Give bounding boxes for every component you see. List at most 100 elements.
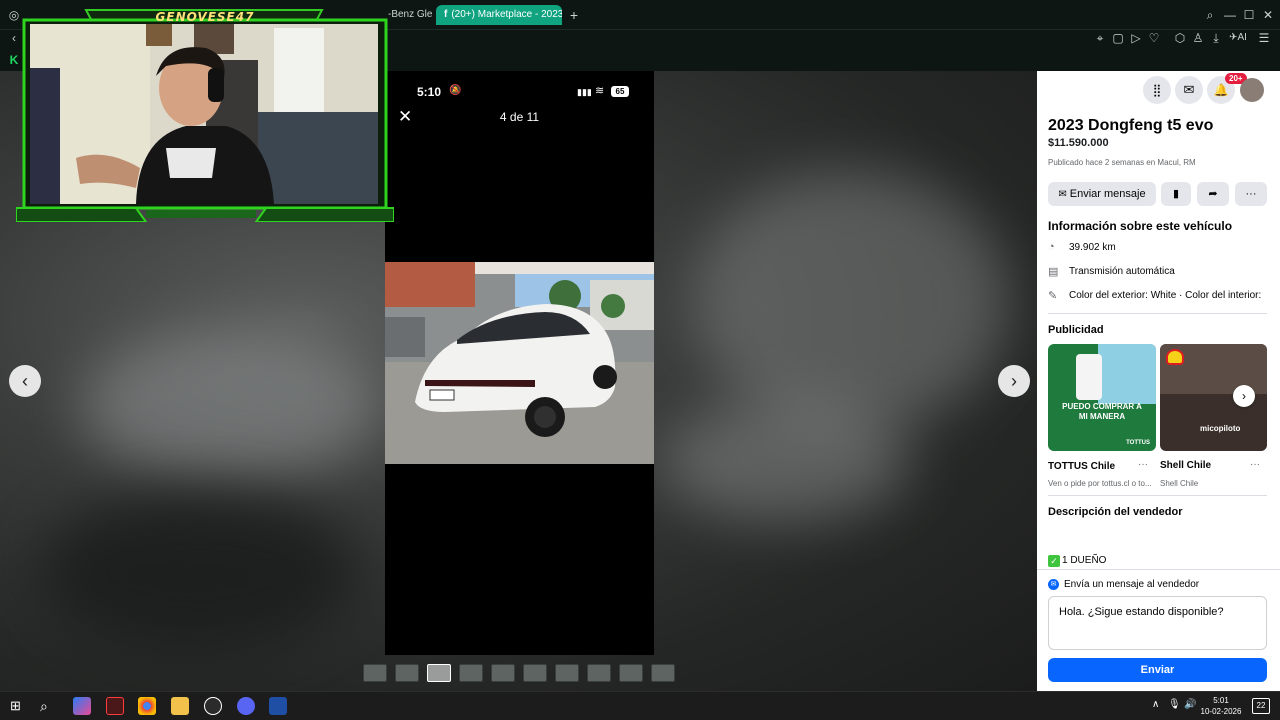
speedometer-icon: ◔ [1048,241,1055,253]
transmission-icon: ▤ [1048,266,1059,278]
webcam-overlay: GENOVESE47 [15,8,395,223]
bell-muted-icon: 🔕 [449,85,462,96]
listing-price: $11.590.000 [1048,137,1109,149]
ad-art-text: PUEDO COMPRAR A MI MANERA [1062,402,1142,421]
thumbnail[interactable] [555,664,579,682]
tottus-logo: TOTTUS [1126,440,1150,446]
more-options-button[interactable]: ··· [1235,182,1267,206]
vehicle-info-heading: Información sobre este vehículo [1048,219,1233,233]
extensions-icon[interactable]: ⬡ [1172,30,1188,46]
share-icon: ➦ [1208,188,1218,200]
discord-icon[interactable] [237,697,255,715]
ai-button[interactable]: ✈AI [1226,30,1250,46]
windows-taskbar: ⊞ ⌕ ∧ 🎙 🔊 5:01 10-02-2026 22 [0,691,1280,720]
send-message-button[interactable]: ✉ Enviar mensaje [1048,182,1156,206]
copilot-icon[interactable] [73,697,91,715]
ad-beach-art [1098,344,1156,404]
menu-icon[interactable]: ☰ [1256,30,1272,46]
heart-icon[interactable]: ♡ [1146,30,1162,46]
ad-sub-tottus: Ven o pide por tottus.cl o to... [1048,479,1152,488]
thumbnail[interactable] [523,664,547,682]
ads-heading: Publicidad [1048,324,1104,336]
messenger-icon[interactable]: ✉ [1175,76,1203,104]
shell-logo [1166,349,1184,365]
volume-icon[interactable]: 🔊 [1184,699,1196,710]
wallet-icon[interactable]: ♙ [1190,30,1206,46]
more-icon: ··· [1245,188,1257,200]
tab-marketplace[interactable]: f(20+) Marketplace - 2023 Dongfeng t5 ev… [436,5,562,25]
previous-photo-button[interactable]: ‹ [9,365,41,397]
phone-status-time: 5:10 [417,85,442,99]
snapshot-icon[interactable]: ▢ [1110,30,1126,46]
ad-name-shell[interactable]: Shell Chile [1160,460,1211,471]
transmission-text: Transmisión automática [1069,266,1175,277]
close-window-icon[interactable]: ✕ [1260,7,1276,23]
colors-text: Color del exterior: White · Color del in… [1069,290,1262,301]
send-button[interactable]: Enviar [1048,658,1267,682]
next-photo-button[interactable]: › [998,365,1030,397]
ads-next-button[interactable]: › [1233,385,1255,407]
windows-start-icon[interactable]: ⊞ [10,699,24,713]
play-icon[interactable]: ▷ [1128,30,1144,46]
share-button[interactable]: ➦ [1197,182,1229,206]
thumbnail[interactable] [587,664,611,682]
bookmark-icon: ▮ [1172,188,1180,200]
apps-grid-icon[interactable]: ⣿ [1143,76,1171,104]
ad-more-icon[interactable]: ··· [1138,459,1148,470]
listing-title: 2023 Dongfeng t5 evo [1048,117,1214,134]
tray-chevron-icon[interactable]: ∧ [1152,699,1159,710]
thumbnail-selected[interactable] [427,664,451,682]
ad-more-icon[interactable]: ··· [1250,459,1260,470]
microphone-icon[interactable]: 🎙 [1168,699,1181,710]
signal-icon: ▮▮▮ [577,87,592,97]
thumbnail[interactable] [619,664,643,682]
search-taskbar-icon[interactable]: ⌕ [40,698,48,715]
facebook-icon: f [444,9,448,20]
ad-sub-shell: Shell Chile [1160,479,1199,488]
taskbar-clock[interactable]: 5:01 10-02-2026 [1200,695,1242,717]
thumbnail[interactable] [395,664,419,682]
thumbnail[interactable] [491,664,515,682]
ai-label: AI [1237,32,1247,43]
thumbnail[interactable] [459,664,483,682]
listing-posted: Publicado hace 2 semanas en Macul, RM [1048,158,1196,167]
thumbnail[interactable] [363,664,387,682]
mileage-text: 39.902 km [1069,242,1116,253]
app-icon[interactable] [269,697,287,715]
search-icon[interactable]: ⌕ [1202,7,1218,23]
taskbar-time: 5:01 [1213,696,1229,705]
file-explorer-icon[interactable] [171,697,189,715]
ad-card-tottus[interactable]: PUEDO COMPRAR A MI MANERA TOTTUS [1048,344,1156,451]
thumbnail[interactable] [651,664,675,682]
message-input[interactable]: Hola. ¿Sigue estando disponible? [1048,596,1267,650]
save-button[interactable]: ▮ [1161,182,1191,206]
divider [1048,313,1267,314]
notification-center-icon[interactable]: 22 [1252,698,1270,714]
obs-icon[interactable] [204,697,222,715]
message-prompt: Envía un mensaje al vendedor [1064,579,1200,590]
streamer-name: GENOVESE47 [155,10,255,24]
paint-icon: ✎ [1048,290,1058,302]
new-tab-button[interactable]: + [566,5,582,25]
opera-taskbar-icon[interactable] [106,697,124,715]
seller-description-text: 1 DUEÑO [1062,555,1107,566]
download-icon[interactable]: ⤓ [1208,30,1224,46]
taskbar-date: 10-02-2026 [1200,707,1242,716]
chrome-icon[interactable] [138,697,156,715]
divider [1037,569,1280,570]
minimize-icon[interactable]: — [1222,7,1238,23]
send-message-label: Enviar mensaje [1069,188,1146,200]
car-photo-art [385,262,654,464]
photo-counter: 4 de 11 [499,110,540,124]
listing-panel: ⣿ ✉ 🔔 20+ 2023 Dongfeng t5 evo $11.590.0… [1037,71,1280,691]
car-photo [385,262,654,464]
pin-icon[interactable]: ⌖ [1092,30,1108,46]
maximize-icon[interactable]: ☐ [1241,7,1257,23]
messenger-small-icon: ✉ [1058,189,1067,200]
profile-avatar[interactable] [1240,78,1264,102]
ad-name-tottus[interactable]: TOTTUS Chile [1048,461,1115,472]
seller-description-heading: Descripción del vendedor [1048,506,1183,518]
battery-indicator: 65 [611,86,629,97]
webcam-frame-art [15,9,395,223]
phone-art [1076,354,1102,400]
